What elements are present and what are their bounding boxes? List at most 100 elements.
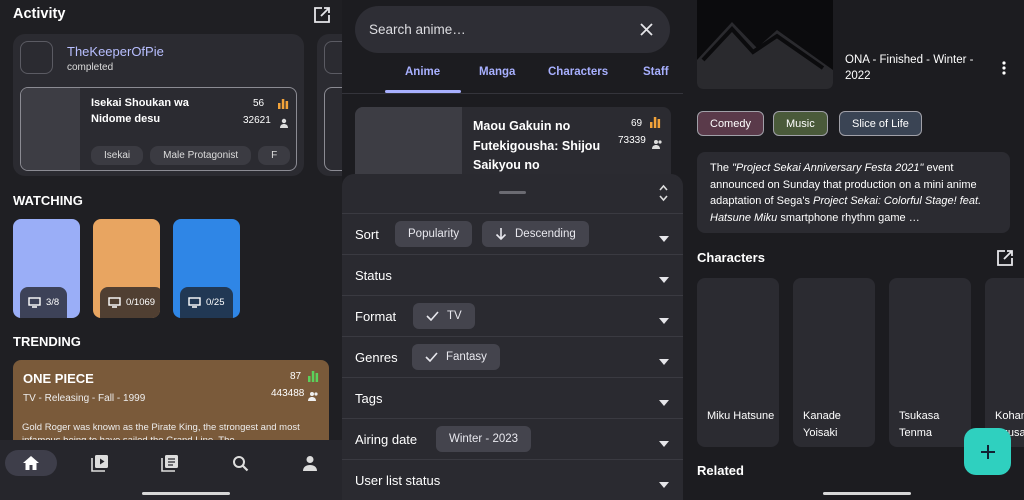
image-placeholder-icon bbox=[697, 22, 833, 89]
nav-home[interactable] bbox=[5, 450, 57, 476]
trending-card[interactable]: ONE PIECE TV - Releasing - Fall - 1999 8… bbox=[13, 360, 329, 450]
divider bbox=[342, 93, 683, 94]
genre-chip-comedy[interactable]: Comedy bbox=[697, 111, 764, 136]
trending-media-meta: TV - Releasing - Fall - 1999 bbox=[23, 393, 146, 404]
activity-media-card[interactable]: Isekai Shoukan wa Nidome desu 56 32621 I… bbox=[20, 87, 297, 171]
chevron-down-icon[interactable] bbox=[659, 475, 669, 493]
chevron-down-icon[interactable] bbox=[659, 434, 669, 452]
character-card[interactable]: Kohane Azusawa bbox=[985, 278, 1024, 447]
profile-icon bbox=[303, 456, 317, 471]
watching-card[interactable]: 0/25 bbox=[173, 219, 240, 318]
open-external-icon[interactable] bbox=[313, 6, 331, 24]
tab-manga[interactable]: Manga bbox=[479, 66, 515, 78]
watch-progress: 3/8 bbox=[46, 297, 60, 308]
characters-title: Characters bbox=[697, 250, 765, 265]
home-icon bbox=[23, 456, 39, 470]
filter-label: Status bbox=[355, 268, 392, 283]
filter-label: Airing date bbox=[355, 432, 418, 447]
open-external-icon[interactable] bbox=[996, 249, 1014, 267]
tv-icon bbox=[28, 297, 41, 308]
search-icon bbox=[232, 455, 248, 471]
tag-chip[interactable]: F bbox=[258, 146, 291, 165]
close-icon[interactable] bbox=[640, 23, 653, 41]
nav-search[interactable] bbox=[214, 450, 266, 476]
sort-chip[interactable]: Popularity bbox=[395, 221, 473, 247]
add-button[interactable] bbox=[964, 428, 1011, 475]
activity-popularity: 32621 bbox=[243, 115, 271, 126]
tab-staff[interactable]: Staff bbox=[643, 66, 669, 78]
nav-anime[interactable] bbox=[74, 450, 126, 476]
trending-popularity: 443488 bbox=[271, 388, 305, 399]
description-text: smartphone rhythm game … bbox=[777, 211, 920, 224]
bottom-navigation bbox=[0, 440, 342, 500]
related-title: Related bbox=[697, 463, 744, 478]
activity-card[interactable]: TheKeeperOfPie completed Isekai Shoukan … bbox=[13, 34, 304, 176]
genre-chip-slice-of-life[interactable]: Slice of Life bbox=[839, 111, 922, 136]
chevron-down-icon[interactable] bbox=[659, 352, 669, 370]
gesture-bar bbox=[142, 492, 230, 495]
character-card[interactable]: Kanade Yoisaki bbox=[793, 278, 875, 447]
tv-icon bbox=[188, 297, 201, 308]
media-cover-image bbox=[21, 88, 80, 170]
format-chip[interactable]: TV bbox=[413, 303, 475, 329]
watch-progress: 0/25 bbox=[206, 297, 225, 308]
filter-row-tags[interactable]: Tags bbox=[342, 377, 683, 418]
tag-chip[interactable]: Isekai bbox=[91, 146, 144, 165]
sort-value: Popularity bbox=[408, 228, 460, 240]
users-icon bbox=[308, 388, 319, 406]
tv-icon bbox=[108, 297, 121, 308]
nav-manga[interactable] bbox=[144, 450, 196, 476]
activity-user-name[interactable]: TheKeeperOfPie bbox=[67, 44, 164, 59]
watch-progress-badge: 0/1069 bbox=[100, 287, 160, 318]
genre-chip[interactable]: Fantasy bbox=[412, 344, 500, 370]
chevron-down-icon[interactable] bbox=[659, 229, 669, 247]
filter-row-user-list-status[interactable]: User list status bbox=[342, 459, 683, 500]
filter-row-genres[interactable]: Genres Fantasy bbox=[342, 336, 683, 377]
search-screen: Search anime… Anime Manga Characters Sta… bbox=[342, 0, 683, 500]
score-bars-icon bbox=[307, 369, 319, 387]
media-description[interactable]: The "Project Sekai Anniversary Festa 202… bbox=[697, 152, 1010, 233]
search-input[interactable]: Search anime… bbox=[369, 22, 466, 37]
chevron-down-icon[interactable] bbox=[659, 393, 669, 411]
filter-row-airing-date[interactable]: Airing date Winter - 2023 bbox=[342, 418, 683, 459]
chevron-down-icon[interactable] bbox=[659, 311, 669, 329]
filter-row-format[interactable]: Format TV bbox=[342, 295, 683, 336]
format-value: TV bbox=[447, 310, 462, 322]
tab-anime[interactable]: Anime bbox=[405, 66, 440, 78]
sort-order-chip[interactable]: Descending bbox=[482, 221, 589, 247]
users-icon bbox=[652, 136, 663, 154]
watching-card[interactable]: 0/1069 bbox=[93, 219, 160, 318]
nav-profile[interactable] bbox=[284, 450, 336, 476]
check-icon bbox=[425, 352, 438, 362]
watching-title: WATCHING bbox=[13, 193, 83, 208]
genre-chip-music[interactable]: Music bbox=[773, 111, 828, 136]
expand-collapse-icon[interactable] bbox=[658, 184, 669, 207]
filter-row-sort[interactable]: Sort Popularity Descending bbox=[342, 213, 683, 254]
character-name: Kanade Yoisaki bbox=[803, 410, 841, 439]
character-card[interactable]: Tsukasa Tenma bbox=[889, 278, 971, 447]
watch-progress-badge: 3/8 bbox=[20, 287, 68, 318]
character-card[interactable]: Miku Hatsune bbox=[697, 278, 779, 447]
airing-value: Winter - 2023 bbox=[449, 433, 519, 445]
tag-chip[interactable]: Male Protagonist bbox=[150, 146, 252, 165]
airing-chip[interactable]: Winter - 2023 bbox=[436, 426, 532, 452]
activity-card-next[interactable] bbox=[317, 34, 342, 176]
trending-media-title: ONE PIECE bbox=[23, 371, 94, 386]
watch-progress: 0/1069 bbox=[126, 297, 156, 308]
chevron-down-icon[interactable] bbox=[659, 270, 669, 288]
tab-characters[interactable]: Characters bbox=[548, 66, 608, 78]
filter-label: Tags bbox=[355, 391, 383, 406]
drag-handle[interactable] bbox=[499, 191, 526, 194]
character-name: Tsukasa Tenma bbox=[899, 410, 940, 439]
media-cover-image bbox=[697, 0, 833, 89]
filter-label: User list status bbox=[355, 473, 441, 488]
more-options-icon[interactable] bbox=[1002, 61, 1006, 80]
anime-list-icon bbox=[91, 455, 108, 472]
score-bars-icon bbox=[277, 96, 289, 114]
avatar[interactable] bbox=[20, 41, 53, 74]
watching-card[interactable]: 3/8 bbox=[13, 219, 80, 318]
search-bar[interactable]: Search anime… bbox=[355, 6, 670, 53]
genres-value: Fantasy bbox=[446, 351, 487, 363]
filter-row-status[interactable]: Status bbox=[342, 254, 683, 295]
sort-order-value: Descending bbox=[515, 228, 576, 240]
